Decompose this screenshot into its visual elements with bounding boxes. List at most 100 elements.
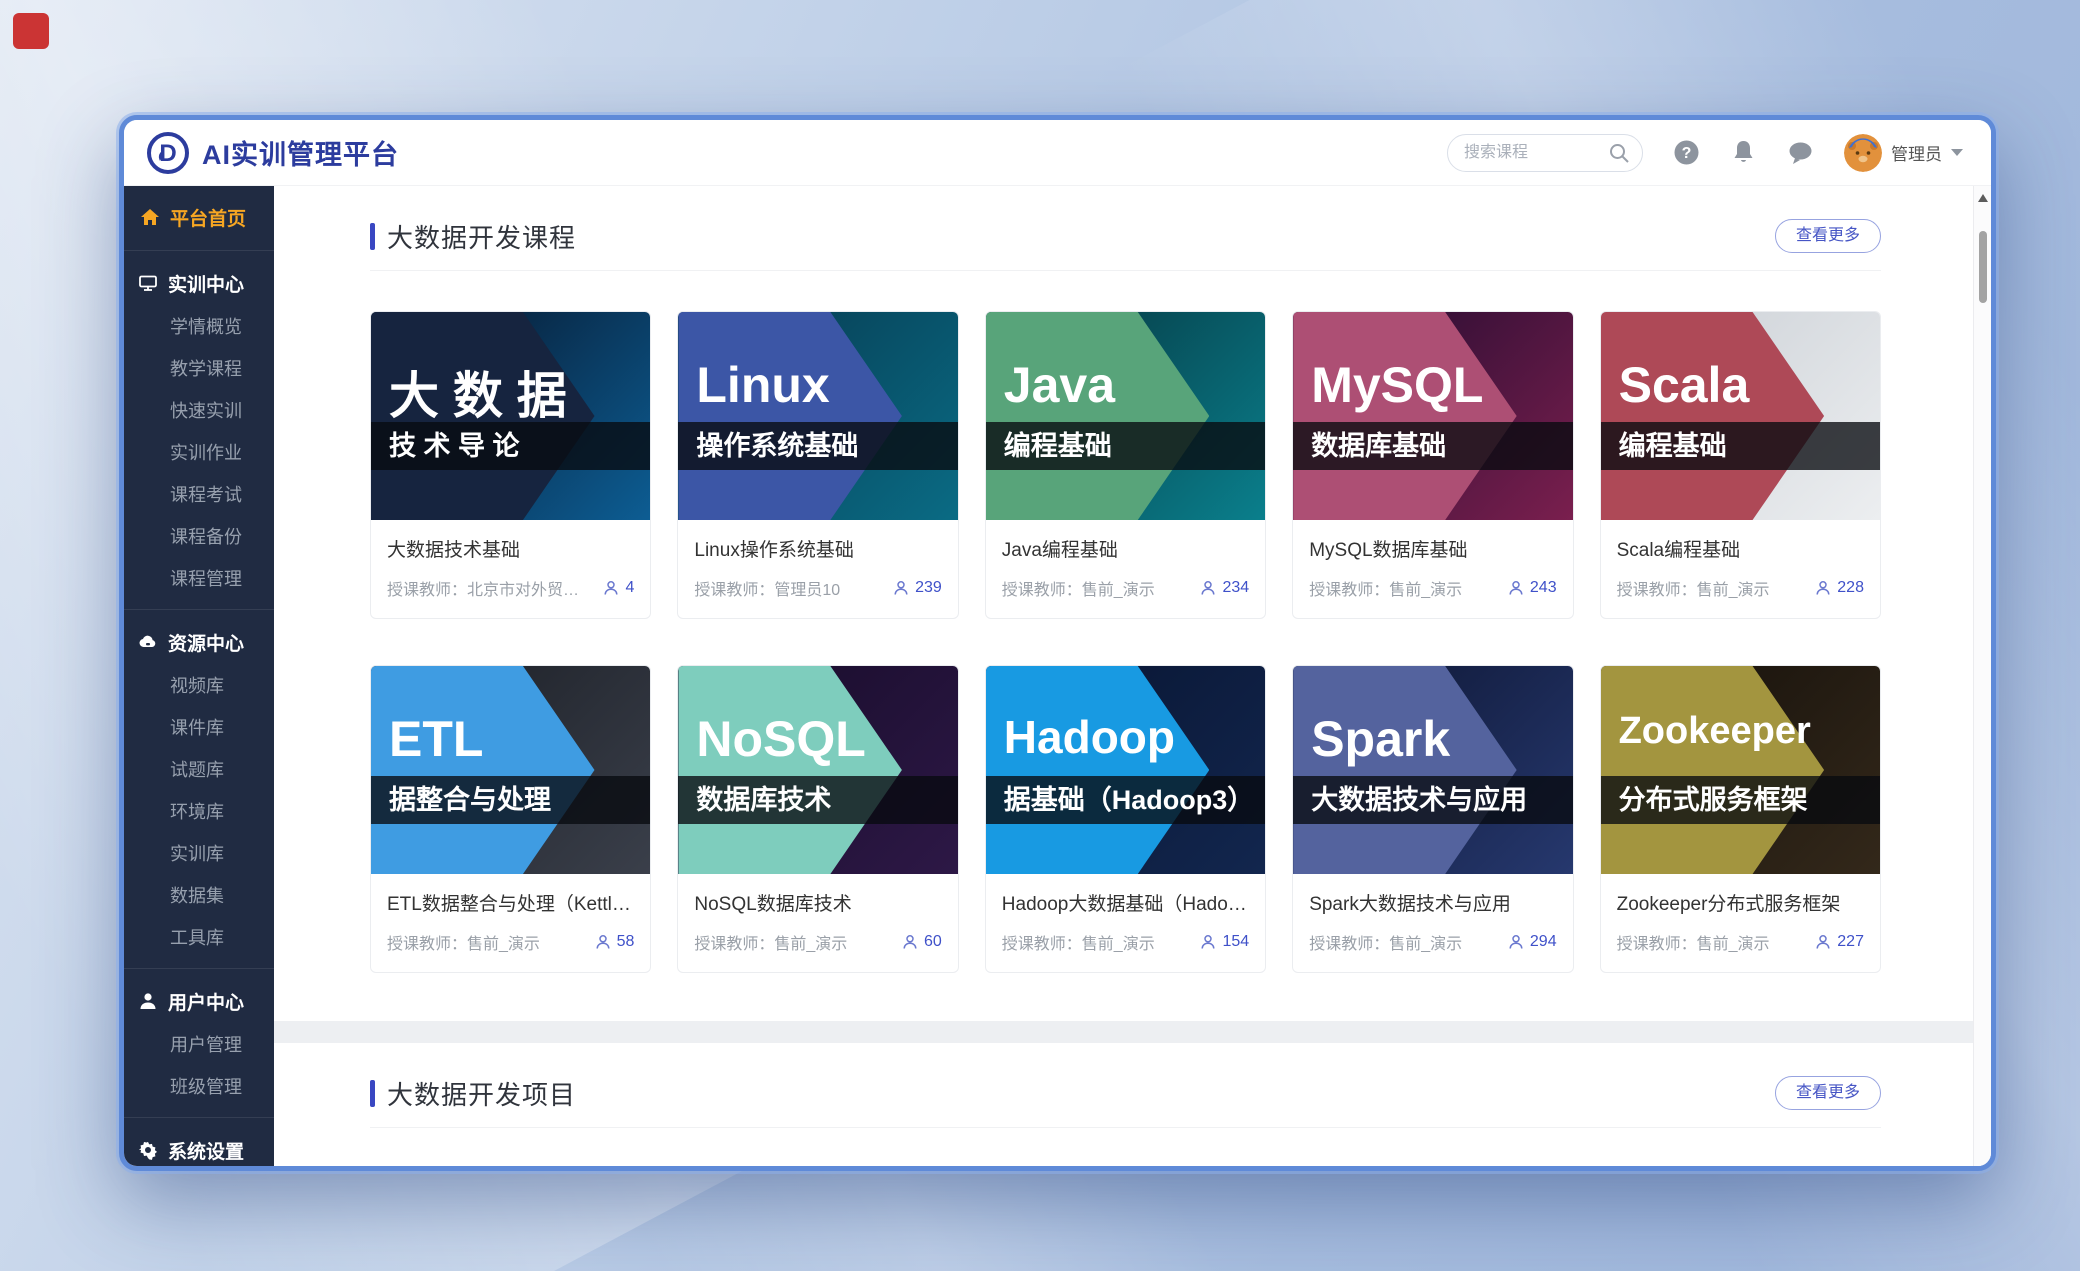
course-card[interactable]: Hadoop 据基础（Hadoop3） Hadoop大数据基础（Hadoop3）… bbox=[985, 665, 1266, 973]
course-meta: 授课教师：北京市对外贸易学校教... 4 bbox=[387, 576, 634, 600]
thumbnail-big-text: Linux bbox=[696, 356, 829, 414]
section-header: 大数据开发项目 查看更多 bbox=[370, 1073, 1881, 1113]
thumbnail-sub-text: 编程基础 bbox=[1004, 422, 1112, 470]
course-card[interactable]: 大 数 据 技 术 导 论 大数据技术基础 授课教师：北京市对外贸易学校教... bbox=[370, 311, 651, 619]
sidebar-group-header[interactable]: 系统设置 bbox=[124, 1128, 274, 1171]
sidebar-subitem[interactable]: 课程管理 bbox=[124, 557, 274, 599]
sidebar-subitem[interactable]: 环境库 bbox=[124, 790, 274, 832]
course-meta: 授课教师：售前_演示 228 bbox=[1617, 576, 1864, 600]
user-menu[interactable]: 管理员 bbox=[1844, 134, 1963, 172]
header-actions: ? bbox=[1447, 134, 1963, 172]
thumbnail-big-text: 大 数 据 bbox=[389, 356, 567, 428]
course-teacher: 授课教师：售前_演示 bbox=[1309, 930, 1498, 954]
student-count-value: 60 bbox=[924, 933, 942, 951]
sidebar-subitem-label: 课程备份 bbox=[170, 523, 242, 549]
thumbnail-sub-text: 技 术 导 论 bbox=[389, 422, 520, 470]
sidebar-subitem[interactable]: 工具库 bbox=[124, 916, 274, 958]
thumbnail-arrow-shape bbox=[678, 312, 902, 520]
sidebar-subitem-label: 数据集 bbox=[170, 882, 224, 908]
course-thumbnail: Hadoop 据基础（Hadoop3） bbox=[986, 666, 1265, 874]
scrollbar-thumb[interactable] bbox=[1979, 231, 1987, 303]
student-count-value: 228 bbox=[1837, 579, 1864, 597]
sidebar-item-home[interactable]: 平台首页 bbox=[124, 194, 274, 240]
thumbnail-sub-text: 数据库基础 bbox=[1311, 422, 1446, 470]
sidebar-group-header[interactable]: 实训中心 bbox=[124, 261, 274, 305]
section-divider bbox=[370, 270, 1881, 271]
section-courses: 大数据开发课程 查看更多 大 数 据 技 术 导 bbox=[274, 216, 1973, 973]
student-count-value: 239 bbox=[915, 579, 942, 597]
course-title: 大数据技术基础 bbox=[387, 535, 634, 562]
course-card[interactable]: ETL 据整合与处理 ETL数据整合与处理（Kettle） 授课教师：售前_演示 bbox=[370, 665, 651, 973]
course-teacher: 授课教师：售前_演示 bbox=[387, 930, 585, 954]
sidebar-subitem[interactable]: 课程备份 bbox=[124, 515, 274, 557]
course-thumbnail: Java 编程基础 bbox=[986, 312, 1265, 520]
course-card[interactable]: MySQL 数据库基础 MySQL数据库基础 授课教师：售前_演示 bbox=[1292, 311, 1573, 619]
sidebar-group-label: 资源中心 bbox=[168, 629, 244, 656]
sidebar-subitem[interactable]: 学情概览 bbox=[124, 305, 274, 347]
scrollbar-up-arrow[interactable] bbox=[1978, 194, 1988, 202]
gear-icon bbox=[138, 1140, 158, 1160]
course-card[interactable]: Java 编程基础 Java编程基础 授课教师：售前_演示 bbox=[985, 311, 1266, 619]
course-teacher: 授课教师：售前_演示 bbox=[694, 930, 892, 954]
chat-icon[interactable] bbox=[1787, 139, 1814, 166]
student-count: 294 bbox=[1508, 933, 1557, 951]
sidebar-subitem[interactable]: 快速实训 bbox=[124, 389, 274, 431]
thumbnail-sub-text: 数据库技术 bbox=[696, 776, 831, 824]
course-card[interactable]: Scala 编程基础 Scala编程基础 授课教师：售前_演示 bbox=[1600, 311, 1881, 619]
thumbnail-arrow-shape bbox=[1293, 666, 1517, 874]
sidebar-subitem[interactable]: 班级管理 bbox=[124, 1065, 274, 1107]
sidebar-subitem[interactable]: 试题库 bbox=[124, 748, 274, 790]
sidebar-subitem-label: 班级管理 bbox=[170, 1073, 242, 1099]
sidebar-subitem[interactable]: 教学课程 bbox=[124, 347, 274, 389]
app-body: 平台首页 实训中心 bbox=[124, 186, 1991, 1166]
sidebar-group-header[interactable]: 资源中心 bbox=[124, 620, 274, 664]
student-count: 58 bbox=[595, 933, 635, 951]
sidebar-subitem[interactable]: 实训作业 bbox=[124, 431, 274, 473]
person-icon bbox=[1508, 580, 1524, 596]
view-more-button[interactable]: 查看更多 bbox=[1775, 1076, 1881, 1110]
section-divider bbox=[370, 1127, 1881, 1128]
course-title: Java编程基础 bbox=[1002, 535, 1249, 562]
sidebar-subitem[interactable]: 实训库 bbox=[124, 832, 274, 874]
sidebar-group: 系统设置 bbox=[124, 1117, 274, 1171]
course-card[interactable]: Zookeeper 分布式服务框架 Zookeeper分布式服务框架 授课教师：… bbox=[1600, 665, 1881, 973]
sidebar-subitem-label: 课程管理 bbox=[170, 565, 242, 591]
course-info: ETL数据整合与处理（Kettle） 授课教师：售前_演示 58 bbox=[371, 874, 650, 972]
section-gap-band bbox=[274, 1021, 1973, 1043]
sidebar-subitem[interactable]: 视频库 bbox=[124, 664, 274, 706]
sidebar-subitem[interactable]: 数据集 bbox=[124, 874, 274, 916]
student-count-value: 243 bbox=[1530, 579, 1557, 597]
sidebar-group-header[interactable]: 用户中心 bbox=[124, 979, 274, 1023]
sidebar-subitem[interactable]: 课程考试 bbox=[124, 473, 274, 515]
course-title: MySQL数据库基础 bbox=[1309, 535, 1556, 562]
sidebar-sublist: 视频库 课件库 试题库 bbox=[124, 664, 274, 958]
student-count-value: 58 bbox=[617, 933, 635, 951]
section-header: 大数据开发课程 查看更多 bbox=[370, 216, 1881, 256]
main-content: 大数据开发课程 查看更多 大 数 据 技 术 导 bbox=[274, 186, 1973, 1166]
help-icon[interactable]: ? bbox=[1673, 139, 1700, 166]
sidebar-subitem[interactable]: 课件库 bbox=[124, 706, 274, 748]
course-info: Linux操作系统基础 授课教师：管理员10 239 bbox=[678, 520, 957, 618]
course-title: Scala编程基础 bbox=[1617, 535, 1864, 562]
thumbnail-arrow-shape bbox=[986, 666, 1210, 874]
app-header: D AI实训管理平台 ? bbox=[124, 120, 1991, 186]
section-accent-bar bbox=[370, 1080, 375, 1107]
course-meta: 授课教师：售前_演示 294 bbox=[1309, 930, 1556, 954]
bell-icon[interactable] bbox=[1730, 139, 1757, 166]
student-count: 243 bbox=[1508, 579, 1557, 597]
section-accent-bar bbox=[370, 223, 375, 250]
sidebar-subitem[interactable]: 用户管理 bbox=[124, 1023, 274, 1065]
app-logo-icon: D bbox=[146, 131, 190, 175]
view-more-button[interactable]: 查看更多 bbox=[1775, 219, 1881, 253]
course-card[interactable]: Spark 大数据技术与应用 Spark大数据技术与应用 授课教师：售前_演示 bbox=[1292, 665, 1573, 973]
sidebar-subitem-label: 实训作业 bbox=[170, 439, 242, 465]
person-icon bbox=[893, 580, 909, 596]
chevron-down-icon bbox=[1951, 149, 1963, 156]
search-icon[interactable] bbox=[1607, 141, 1631, 165]
monitor-icon bbox=[138, 273, 158, 293]
course-meta: 授课教师：管理员10 239 bbox=[694, 576, 941, 600]
course-card[interactable]: Linux 操作系统基础 Linux操作系统基础 授课教师：管理员10 bbox=[677, 311, 958, 619]
student-count: 4 bbox=[603, 579, 634, 597]
course-card[interactable]: NoSQL 数据库技术 NoSQL数据库技术 授课教师：售前_演示 bbox=[677, 665, 958, 973]
course-title: ETL数据整合与处理（Kettle） bbox=[387, 889, 634, 916]
